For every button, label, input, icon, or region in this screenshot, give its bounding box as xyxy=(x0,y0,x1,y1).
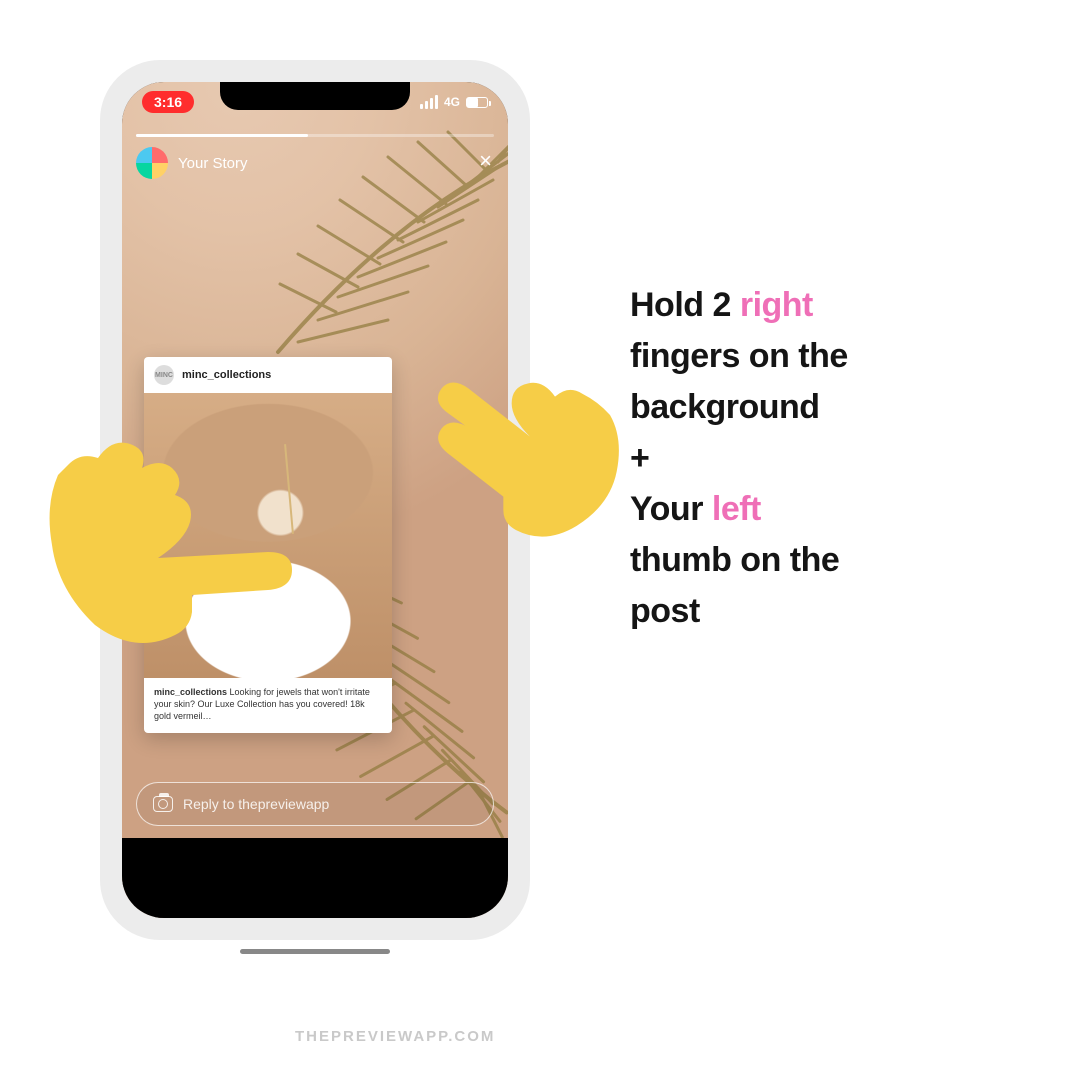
status-time: 3:16 xyxy=(142,91,194,113)
instruction-line: Hold 2 right xyxy=(630,280,1030,331)
story-reply-input[interactable]: Reply to thepreviewapp xyxy=(136,782,494,826)
battery-icon xyxy=(466,97,488,108)
camera-icon xyxy=(153,796,173,812)
post-header[interactable]: MINC minc_collections xyxy=(144,357,392,393)
instruction-line: + xyxy=(630,433,1030,484)
post-avatar: MINC xyxy=(154,365,174,385)
watermark: THEPREVIEWAPP.COM xyxy=(295,1028,495,1045)
close-icon[interactable]: × xyxy=(479,148,492,174)
story-progress xyxy=(136,134,494,137)
instruction-line: post xyxy=(630,586,1030,637)
status-right: 4G xyxy=(420,95,488,109)
home-indicator xyxy=(240,949,390,954)
story-user-label: Your Story xyxy=(178,155,248,172)
post-caption-username: minc_collections xyxy=(154,687,227,697)
instruction-text: Hold 2 right fingers on the background +… xyxy=(630,280,1030,637)
screen-letterbox xyxy=(122,838,508,918)
post-caption: minc_collections Looking for jewels that… xyxy=(144,678,392,732)
avatar xyxy=(136,147,168,179)
instruction-line: background xyxy=(630,382,1030,433)
post-username: minc_collections xyxy=(182,369,271,381)
instruction-line: Your left xyxy=(630,484,1030,535)
instruction-line: fingers on the xyxy=(630,331,1030,382)
story-user[interactable]: Your Story xyxy=(136,147,494,179)
reply-placeholder: Reply to thepreviewapp xyxy=(183,796,329,812)
signal-icon xyxy=(420,95,438,109)
phone-notch xyxy=(220,82,410,110)
pointing-hand-right-icon xyxy=(410,355,630,555)
instruction-line: thumb on the xyxy=(630,535,1030,586)
story-header: Your Story × xyxy=(136,134,494,179)
pointing-hand-left-icon xyxy=(40,420,300,660)
network-label: 4G xyxy=(444,95,460,109)
